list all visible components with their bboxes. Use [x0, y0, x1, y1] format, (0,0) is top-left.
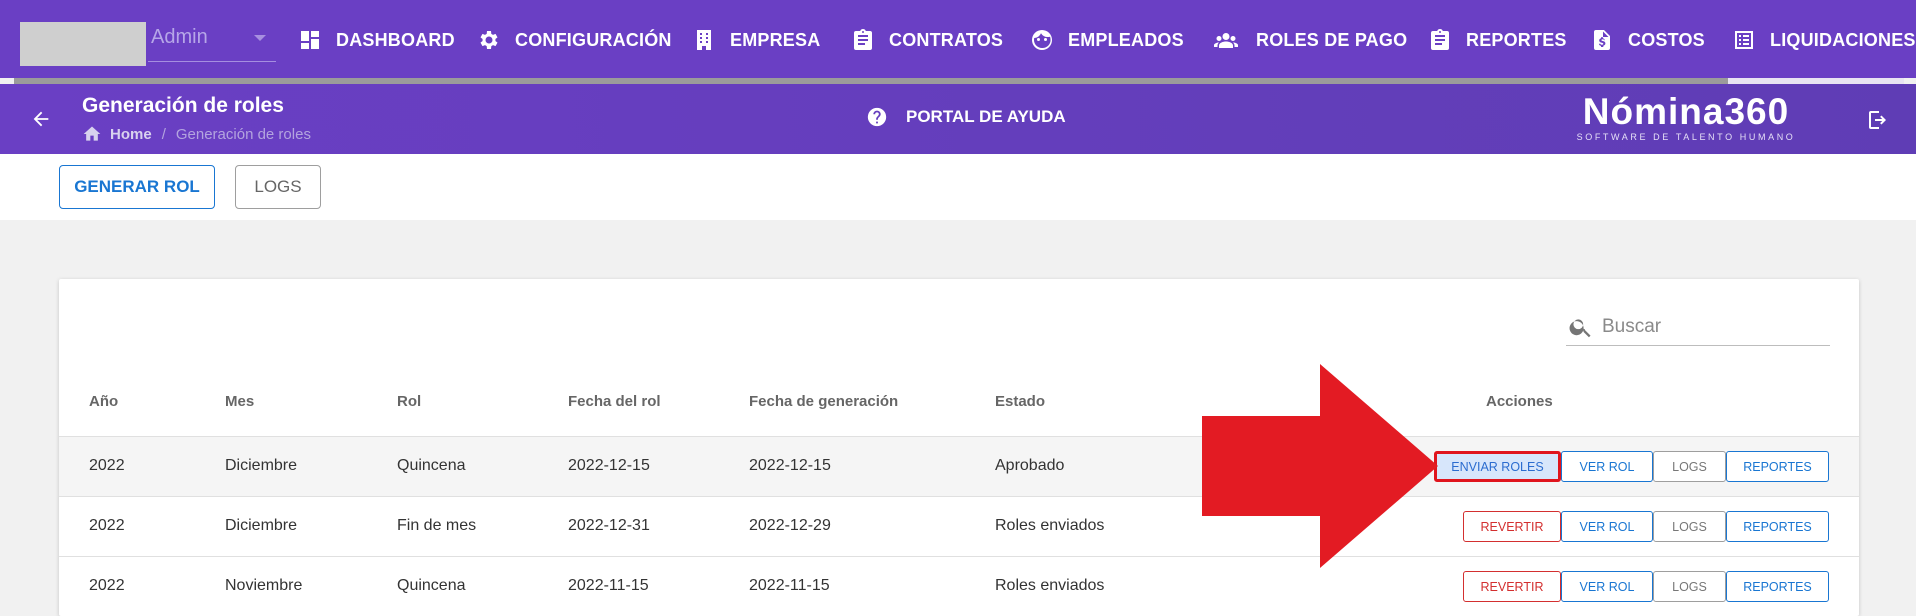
search-icon [1569, 318, 1591, 337]
face-icon [1032, 30, 1052, 50]
cell-status: Roles enviados [995, 517, 1105, 534]
column-header-actions: Acciones [1486, 393, 1553, 410]
send-roles-button[interactable]: ENVIAR ROLES [1434, 451, 1561, 482]
nav-roles-de-pago-label: ROLES DE PAGO [1256, 29, 1408, 50]
cell-role: Quincena [397, 457, 466, 474]
column-header-generated-date[interactable]: Fecha de generación [749, 393, 898, 410]
gear-icon [480, 31, 498, 49]
chevron-down-icon [254, 35, 266, 41]
reports-button[interactable]: REPORTES [1726, 451, 1829, 482]
cell-year: 2022 [89, 457, 125, 474]
row-logs-button[interactable]: LOGS [1653, 571, 1726, 602]
cell-role: Quincena [397, 577, 466, 594]
column-header-year[interactable]: Año [89, 393, 118, 410]
nav-reportes[interactable]: REPORTES [1428, 26, 1567, 54]
row-logs-button[interactable]: LOGS [1653, 511, 1726, 542]
cell-status: Roles enviados [995, 577, 1105, 594]
cell-generated-date: 2022-12-29 [749, 517, 831, 534]
view-role-button[interactable]: VER ROL [1561, 511, 1653, 542]
logs-button[interactable]: LOGS [235, 165, 321, 209]
cell-role: Fin de mes [397, 517, 477, 534]
breadcrumb-current: Generación de roles [175, 125, 311, 143]
home-icon [83, 126, 101, 141]
brand-name: Nómina360 [1582, 91, 1790, 132]
nav-dashboard-label: DASHBOARD [336, 29, 455, 50]
nav-roles-de-pago[interactable]: ROLES DE PAGO [1210, 26, 1407, 54]
page-title: Generación de roles [82, 94, 284, 117]
cell-month: Diciembre [225, 517, 298, 534]
arrow-back-icon [33, 111, 49, 127]
cell-generated-date: 2022-12-15 [749, 457, 831, 474]
help-icon [867, 107, 887, 127]
nav-liquidaciones-label: LIQUIDACIONES [1770, 29, 1916, 50]
cell-role-date: 2022-12-15 [568, 457, 650, 474]
column-header-month[interactable]: Mes [225, 393, 254, 410]
callout-arrow-icon [1202, 364, 1438, 568]
cell-generated-date: 2022-11-15 [749, 577, 830, 594]
revert-button[interactable]: REVERTIR [1463, 571, 1561, 602]
reports-button[interactable]: REPORTES [1726, 571, 1829, 602]
clipboard-icon [854, 29, 872, 50]
avatar [20, 22, 146, 66]
nav-costos-label: COSTOS [1628, 29, 1705, 50]
table-row: 2022 Diciembre Fin de mes 2022-12-31 202… [59, 496, 1859, 556]
building-icon [697, 30, 711, 50]
generate-role-button[interactable]: GENERAR ROL [59, 165, 215, 209]
invoice-icon [1594, 30, 1610, 50]
cell-status: Aprobado [995, 457, 1065, 474]
logout-icon [1869, 111, 1886, 129]
help-portal-link[interactable]: PORTAL DE AYUDA [866, 106, 1066, 128]
search-input[interactable] [1602, 315, 1822, 338]
nav-empleados[interactable]: EMPLEADOS [1030, 26, 1184, 54]
nav-costos[interactable]: COSTOS [1590, 26, 1705, 54]
view-role-button[interactable]: VER ROL [1561, 571, 1653, 602]
cell-role-date: 2022-11-15 [568, 577, 649, 594]
column-header-status[interactable]: Estado [995, 393, 1045, 410]
view-role-button[interactable]: VER ROL [1561, 451, 1653, 482]
cell-year: 2022 [89, 577, 125, 594]
back-button[interactable] [30, 108, 52, 130]
nav-empleados-label: EMPLEADOS [1068, 29, 1184, 50]
column-header-role-date[interactable]: Fecha del rol [568, 393, 661, 410]
list-icon [1735, 31, 1753, 49]
nav-configuracion[interactable]: CONFIGURACIÓN [477, 26, 672, 54]
toolbar: GENERAR ROL LOGS [0, 154, 1916, 220]
user-name: Admin [151, 26, 208, 48]
brand-tagline: SOFTWARE DE TALENTO HUMANO [1576, 132, 1796, 142]
top-navigation: Admin DASHBOARD CONFIGURACIÓN EMPRESA CO… [0, 0, 1916, 78]
cell-year: 2022 [89, 517, 125, 534]
user-select[interactable]: Admin [148, 22, 276, 62]
table-row: 2022 Diciembre Quincena 2022-12-15 2022-… [59, 436, 1859, 496]
cell-role-date: 2022-12-31 [568, 517, 650, 534]
breadcrumb: Home / Generación de roles [82, 124, 311, 144]
nav-contratos-label: CONTRATOS [889, 29, 1004, 50]
nav-dashboard[interactable]: DASHBOARD [298, 26, 455, 54]
brand-logo: Nómina360 SOFTWARE DE TALENTO HUMANO [1566, 91, 1806, 143]
revert-button[interactable]: REVERTIR [1463, 511, 1561, 542]
search-field[interactable] [1566, 308, 1830, 346]
nav-reportes-label: REPORTES [1466, 29, 1567, 50]
nav-configuracion-label: CONFIGURACIÓN [515, 29, 672, 50]
reports-button[interactable]: REPORTES [1726, 511, 1829, 542]
breadcrumb-separator: / [161, 125, 166, 143]
nav-empresa-label: EMPRESA [730, 29, 821, 50]
people-icon [1214, 33, 1238, 48]
logout-button[interactable] [1866, 108, 1890, 132]
dashboard-icon [301, 31, 319, 49]
breadcrumb-home[interactable]: Home [110, 126, 152, 143]
nav-empresa[interactable]: EMPRESA [692, 26, 820, 54]
help-portal-label: PORTAL DE AYUDA [906, 107, 1066, 126]
cell-month: Diciembre [225, 457, 298, 474]
cell-month: Noviembre [225, 577, 303, 594]
nav-liquidaciones[interactable]: LIQUIDACIONES [1732, 26, 1916, 54]
page-header: Generación de roles Home / Generación de… [0, 84, 1916, 154]
column-header-role[interactable]: Rol [397, 393, 421, 410]
clipboard-icon [1431, 29, 1449, 50]
table-row: 2022 Noviembre Quincena 2022-11-15 2022-… [59, 556, 1859, 616]
row-logs-button[interactable]: LOGS [1653, 451, 1726, 482]
nav-contratos[interactable]: CONTRATOS [851, 26, 1003, 54]
